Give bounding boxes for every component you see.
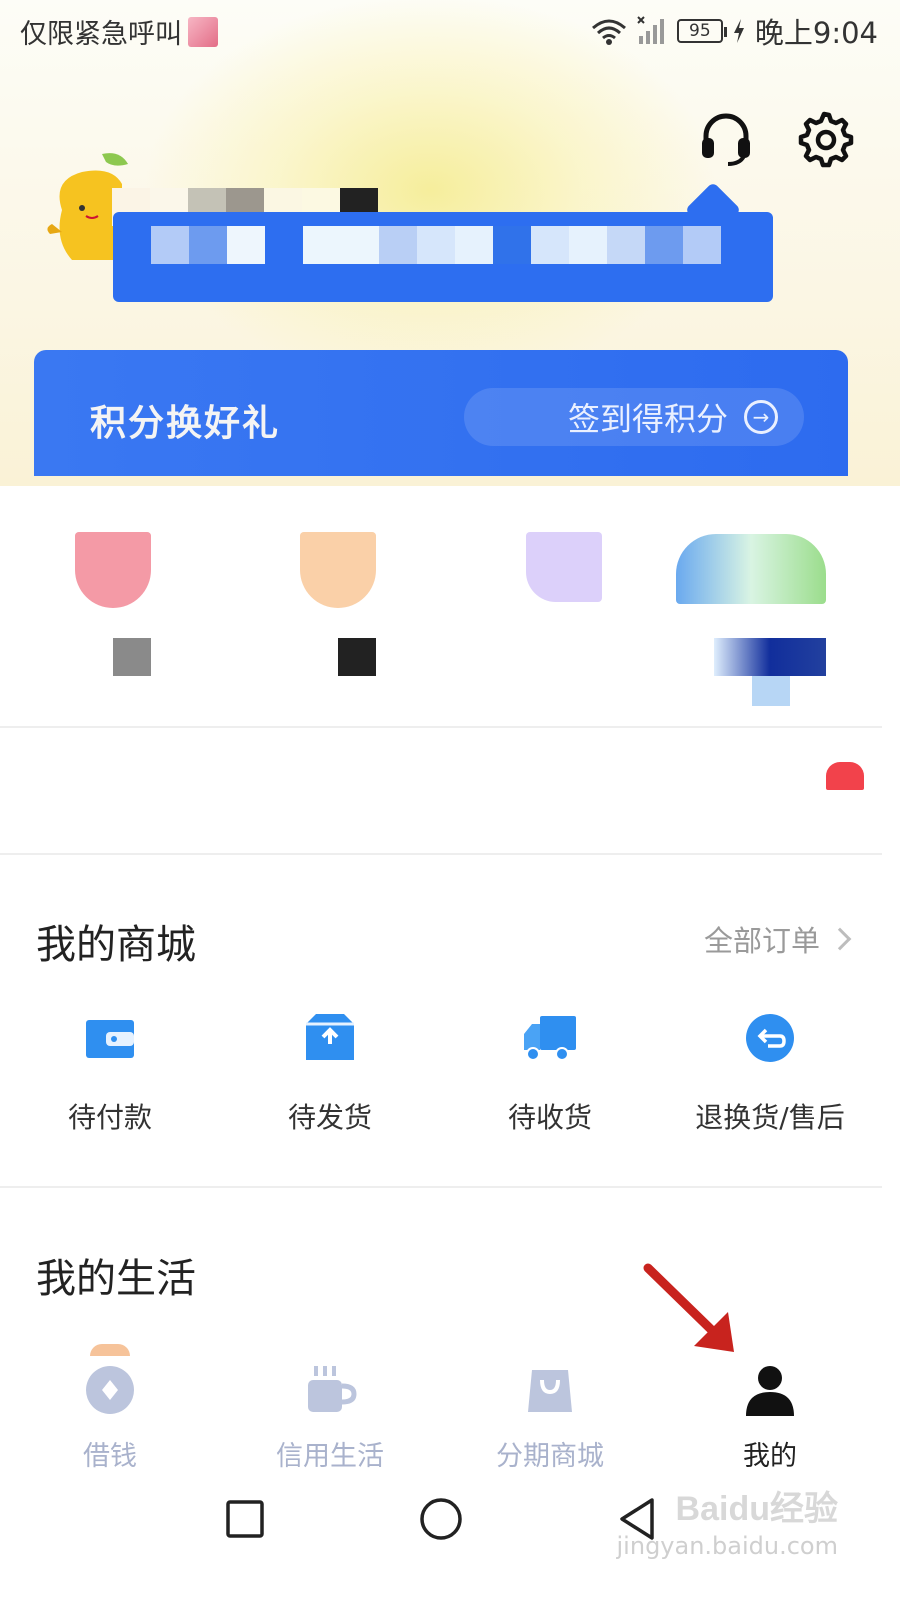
quick-item-2-icon[interactable] [300, 532, 376, 608]
all-orders-link[interactable]: 全部订单 [703, 918, 852, 960]
cup-icon [308, 1366, 357, 1412]
quick-item-4-sub-redacted [752, 676, 790, 706]
recent-apps-button[interactable] [220, 1494, 270, 1544]
user-info-redacted [113, 226, 721, 264]
signal-icon [637, 16, 664, 44]
mall-section-title: 我的商城 [36, 922, 196, 968]
box-icon [306, 1014, 354, 1060]
order-label: 待付款 [67, 1101, 152, 1134]
home-button[interactable] [416, 1494, 466, 1544]
order-pending-receipt[interactable]: 待收货 [450, 1010, 650, 1136]
status-icons: 95 晚上9:04 [591, 10, 878, 52]
order-pending-shipment[interactable]: 待发货 [230, 1010, 430, 1136]
quick-item-3-icon[interactable] [526, 532, 602, 602]
user-info-card[interactable] [113, 212, 773, 302]
tab-label: 分期商城 [496, 1441, 604, 1472]
person-icon [746, 1366, 794, 1416]
order-pending-payment[interactable]: 待付款 [10, 1010, 210, 1136]
divider [0, 853, 882, 855]
tab-installment-mall[interactable]: 分期商城 [470, 1362, 630, 1473]
checkin-button[interactable]: 签到得积分 → [464, 388, 804, 446]
life-item-peek[interactable] [90, 1344, 130, 1356]
carrier-status: 仅限紧急呼叫 [20, 12, 218, 51]
quick-item-4-icon[interactable] [676, 534, 826, 604]
chevron-right-icon [828, 927, 852, 951]
all-orders-label: 全部订单 [703, 924, 820, 958]
tab-label: 信用生活 [276, 1441, 384, 1472]
coin-icon [86, 1366, 134, 1414]
points-banner[interactable]: 积分换好礼 签到得积分 → [34, 350, 848, 476]
order-label: 待发货 [287, 1101, 372, 1134]
charging-icon [733, 19, 744, 43]
order-label: 退换货/售后 [695, 1101, 845, 1134]
status-bar: 仅限紧急呼叫 95 晚上9:04 [0, 0, 900, 62]
tab-label: 借钱 [83, 1441, 137, 1472]
notification-icon [188, 16, 218, 47]
wallet-icon [86, 1020, 134, 1058]
tab-mine[interactable]: 我的 [690, 1362, 850, 1473]
divider [0, 726, 882, 728]
quick-item-1-icon[interactable] [75, 532, 151, 608]
truck-icon [524, 1016, 576, 1061]
watermark-brand: Baidu经验 [675, 1490, 838, 1528]
arrow-right-icon: → [744, 400, 778, 434]
quick-item-2-label-redacted [338, 638, 376, 676]
headset-icon[interactable] [696, 108, 756, 168]
order-label: 待收货 [507, 1101, 592, 1134]
quick-item-4-label-redacted [714, 638, 826, 676]
quick-access-row-redacted [0, 486, 900, 726]
order-returns-aftersales[interactable]: 退换货/售后 [670, 1010, 870, 1136]
life-section-title: 我的生活 [36, 1256, 196, 1302]
wifi-icon [591, 19, 626, 45]
carrier-text: 仅限紧急呼叫 [20, 19, 182, 50]
tab-borrow[interactable]: 借钱 [30, 1362, 190, 1473]
checkin-label: 签到得积分 [567, 400, 728, 438]
shopping-bag-icon [528, 1370, 572, 1412]
points-banner-title: 积分换好礼 [90, 403, 281, 444]
system-navigation-bar: Baidu经验 jingyan.baidu.com [0, 1470, 900, 1600]
divider [0, 1186, 882, 1188]
watermark: Baidu经验 jingyan.baidu.com [617, 1488, 838, 1561]
annotation-arrow-icon [643, 1263, 734, 1352]
battery-icon: 95 [676, 19, 727, 43]
watermark-url: jingyan.baidu.com [616, 1531, 838, 1560]
tab-label: 我的 [743, 1441, 797, 1472]
gear-icon[interactable] [794, 108, 854, 168]
return-icon [746, 1014, 794, 1062]
tab-credit-life[interactable]: 信用生活 [250, 1362, 410, 1473]
clock: 晚上9:04 [754, 16, 878, 50]
promo-badge[interactable] [826, 762, 864, 790]
quick-item-1-label-redacted [113, 638, 151, 676]
